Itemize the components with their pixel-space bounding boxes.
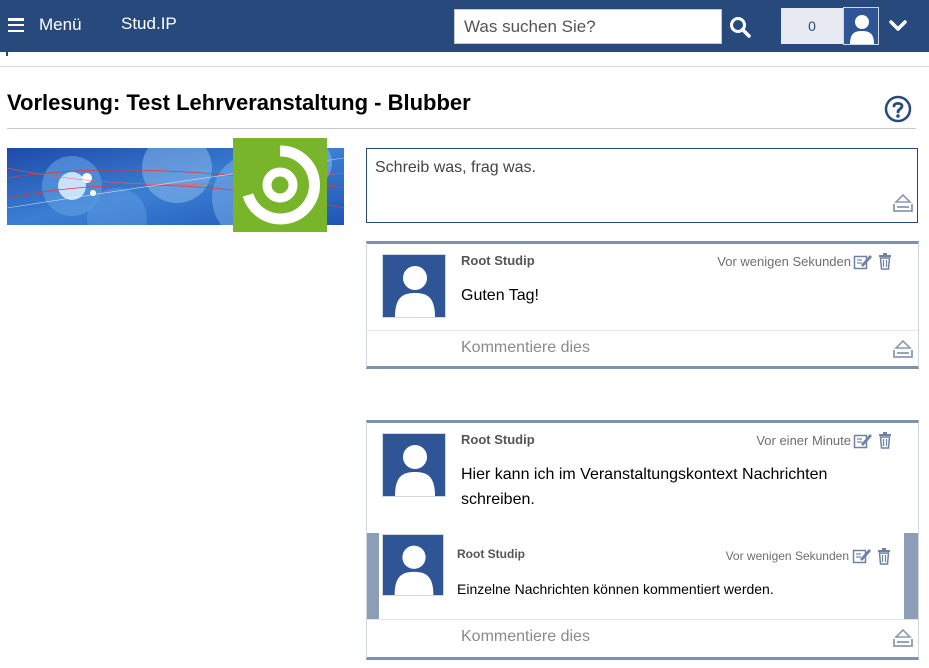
new-posting-input[interactable]: Schreib was, frag was. bbox=[366, 148, 918, 223]
edit-icon[interactable] bbox=[853, 253, 873, 271]
trash-icon[interactable] bbox=[877, 547, 891, 565]
blubber-thread: Root Studip Vor wenigen Sekunden Guten T… bbox=[366, 241, 919, 369]
send-tray-icon[interactable] bbox=[892, 628, 914, 648]
posting-content: Guten Tag! bbox=[461, 287, 539, 304]
menu-button[interactable]: Menü bbox=[8, 12, 82, 38]
avatar-icon bbox=[844, 8, 878, 44]
breadcrumb-bar bbox=[0, 52, 929, 67]
author-name[interactable]: Root Studip bbox=[457, 547, 525, 561]
author-name[interactable]: Root Studip bbox=[461, 253, 535, 268]
title-divider bbox=[7, 128, 916, 129]
send-tray-icon[interactable] bbox=[892, 339, 914, 359]
blubber-thread: Root Studip Vor einer Minute Hier kann i… bbox=[366, 420, 919, 660]
posting-content: Einzelne Nachrichten können kommentiert … bbox=[457, 581, 774, 597]
posting-content: Hier kann ich im Veranstaltungskontext N… bbox=[461, 466, 828, 508]
posting-time: Vor einer Minute bbox=[756, 433, 851, 448]
menu-label: Menü bbox=[39, 15, 82, 34]
course-logo bbox=[233, 138, 327, 232]
posting: Root Studip Vor wenigen Sekunden Guten T… bbox=[367, 244, 918, 331]
avatar[interactable] bbox=[382, 433, 446, 497]
search-icon bbox=[730, 16, 751, 38]
author-name[interactable]: Root Studip bbox=[461, 432, 535, 447]
search-input[interactable] bbox=[454, 9, 722, 44]
edit-icon[interactable] bbox=[852, 547, 872, 565]
top-navigation-bar: Menü Stud.IP 0 bbox=[0, 0, 929, 52]
search-button[interactable] bbox=[724, 9, 756, 44]
chevron-down-icon[interactable] bbox=[888, 17, 908, 35]
comment-placeholder: Kommentiere dies bbox=[461, 339, 590, 356]
page-title: Vorlesung: Test Lehrveranstaltung - Blub… bbox=[7, 90, 471, 115]
edit-icon[interactable] bbox=[853, 432, 873, 450]
hamburger-icon bbox=[8, 18, 24, 32]
comment-input[interactable]: Kommentiere dies bbox=[367, 619, 918, 656]
posting-time: Vor wenigen Sekunden bbox=[725, 549, 849, 563]
avatar[interactable] bbox=[382, 254, 446, 318]
send-tray-icon[interactable] bbox=[892, 193, 914, 213]
help-circle-icon[interactable] bbox=[884, 95, 912, 123]
trash-icon[interactable] bbox=[878, 431, 892, 449]
comment-input[interactable]: Kommentiere dies bbox=[367, 330, 918, 367]
posting-time: Vor wenigen Sekunden bbox=[717, 254, 851, 269]
composer-placeholder: Schreib was, frag was. bbox=[375, 159, 536, 176]
brand-link[interactable]: Stud.IP bbox=[121, 14, 177, 34]
reply-posting: Root Studip Vor wenigen Sekunden Einzeln… bbox=[367, 533, 918, 619]
avatar[interactable] bbox=[382, 534, 444, 596]
trash-icon[interactable] bbox=[878, 252, 892, 270]
notification-counter[interactable]: 0 bbox=[781, 8, 843, 44]
posting: Root Studip Vor einer Minute Hier kann i… bbox=[367, 423, 918, 533]
comment-placeholder: Kommentiere dies bbox=[461, 628, 590, 645]
user-avatar-button[interactable] bbox=[843, 7, 879, 45]
